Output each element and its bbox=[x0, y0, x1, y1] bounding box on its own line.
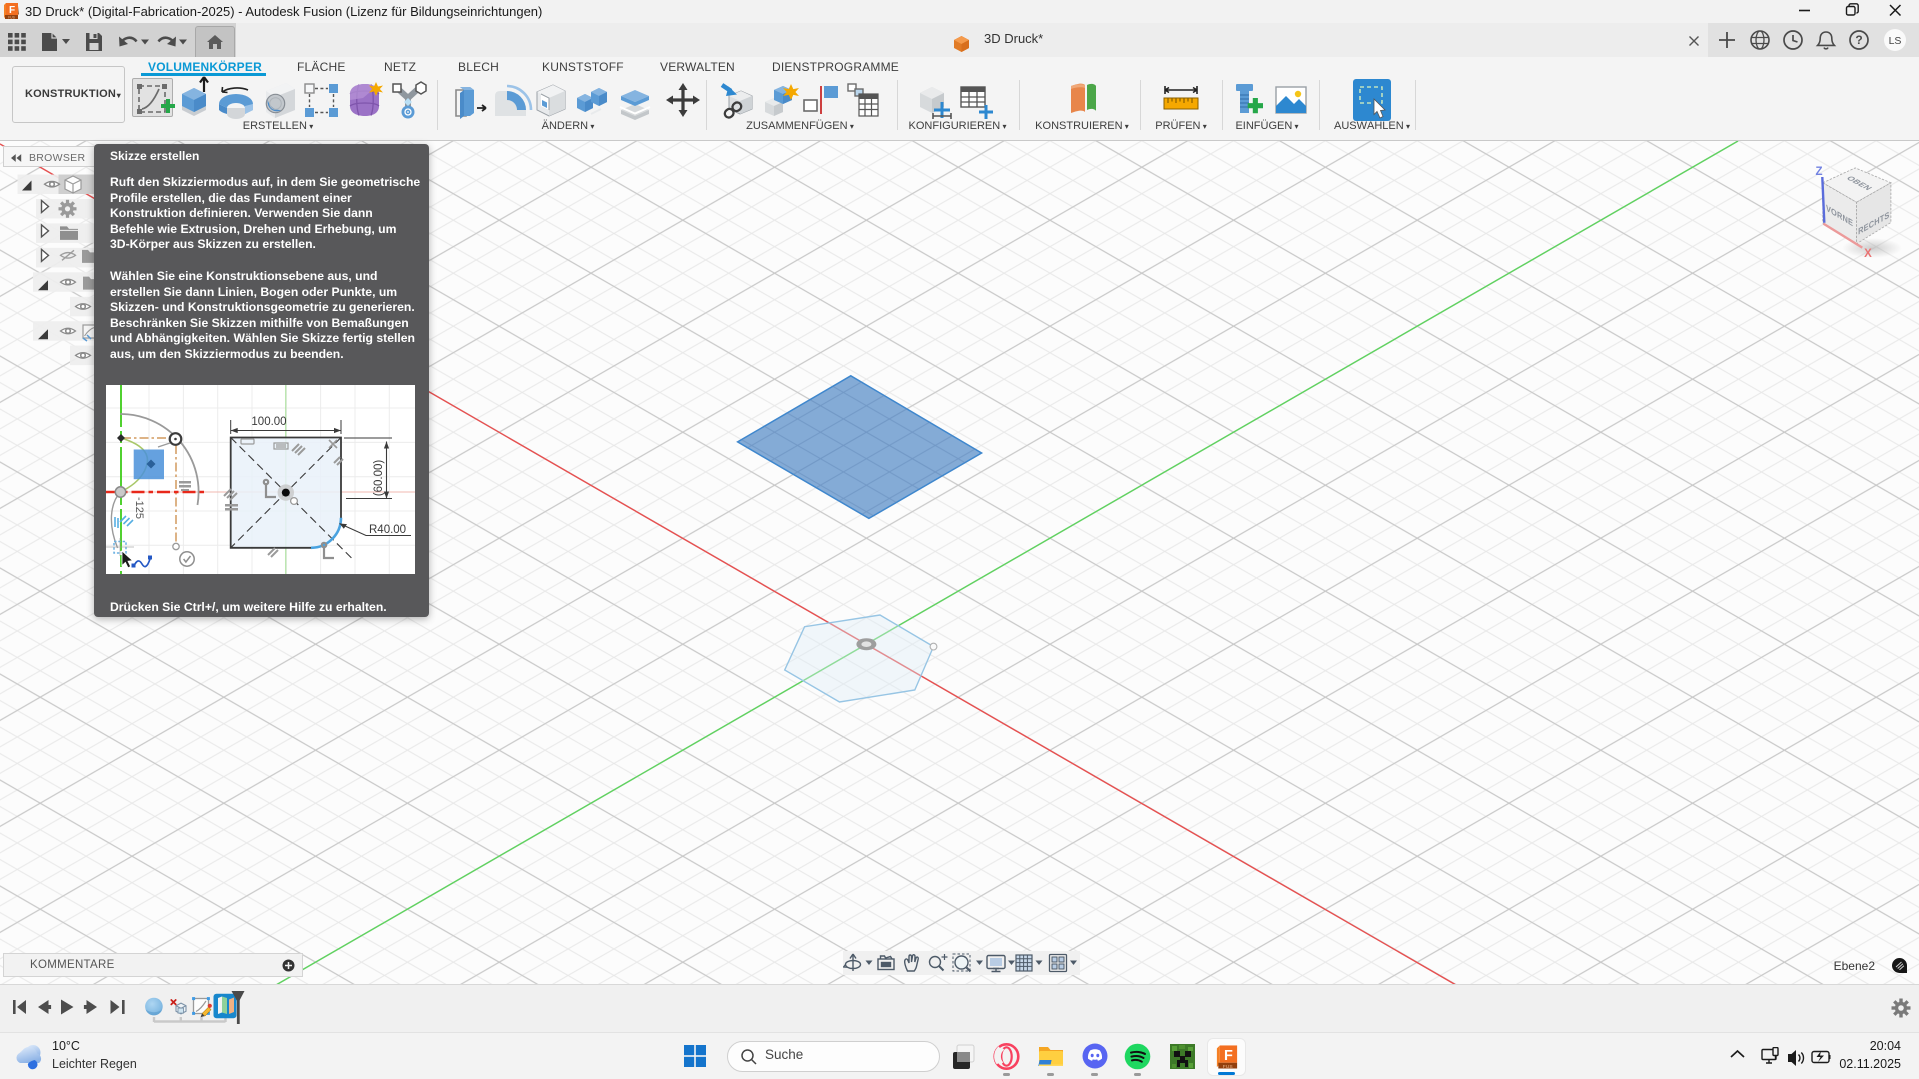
svg-text:F: F bbox=[1224, 1048, 1233, 1064]
svg-text:Ebene2: Ebene2 bbox=[1834, 959, 1876, 973]
svg-text:LS: LS bbox=[1889, 35, 1902, 47]
svg-text:(60.00): (60.00) bbox=[373, 460, 385, 497]
svg-text:FUS: FUS bbox=[1223, 1064, 1234, 1070]
svg-text:X: X bbox=[1864, 248, 1872, 260]
svg-text:F: F bbox=[9, 5, 15, 16]
svg-text:FUS: FUS bbox=[8, 16, 16, 20]
svg-text:100.00: 100.00 bbox=[251, 416, 286, 428]
svg-text:Z: Z bbox=[1815, 166, 1822, 178]
svg-text:?: ? bbox=[1855, 33, 1862, 47]
svg-text:R40.00: R40.00 bbox=[369, 524, 406, 536]
svg-text:-125: -125 bbox=[133, 497, 145, 519]
